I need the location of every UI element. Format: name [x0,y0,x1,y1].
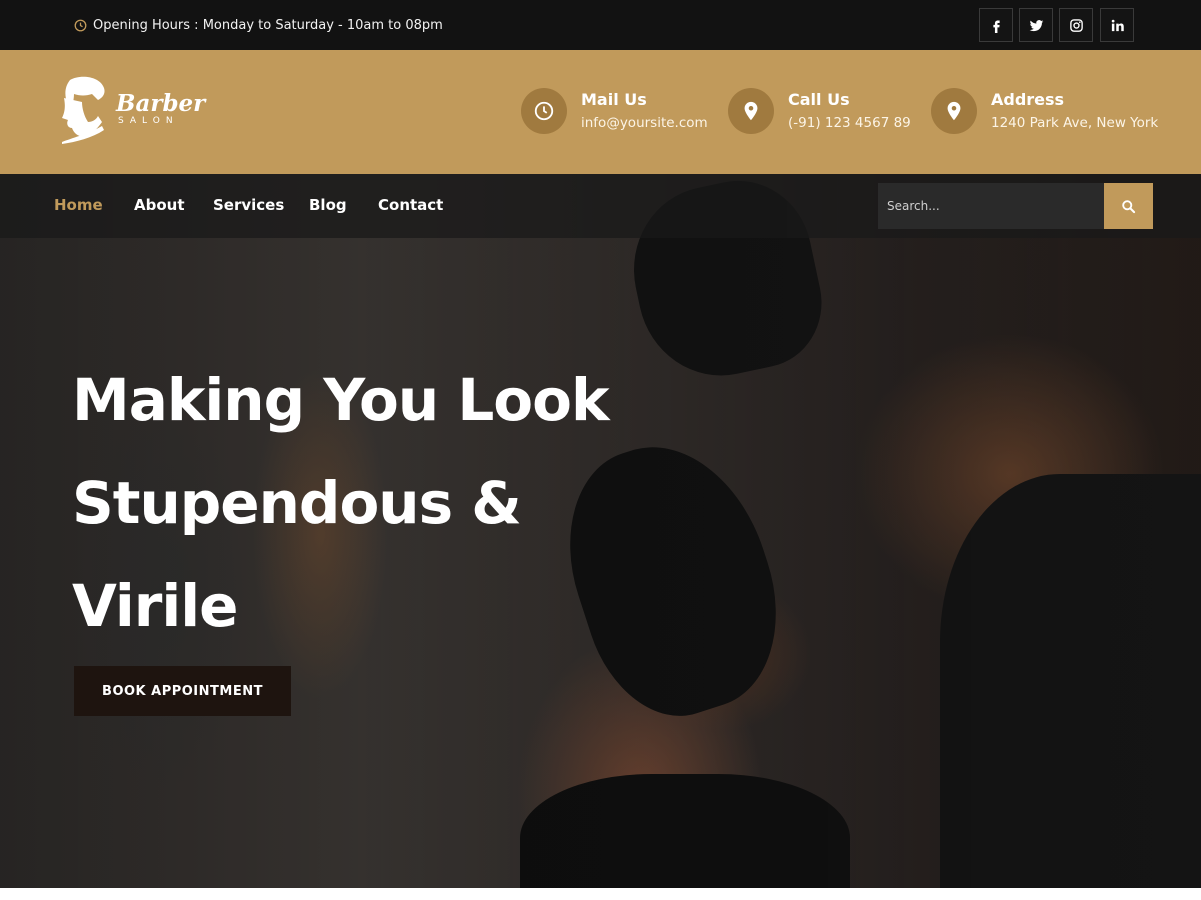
nav-item-contact[interactable]: Contact [378,196,443,214]
header: Barber SALON Mail Us info@yoursite.com C… [0,50,1201,174]
search-bar [878,183,1153,229]
logo[interactable]: Barber SALON [56,76,206,148]
linkedin-icon[interactable] [1100,8,1134,42]
address-title: Address [991,90,1065,109]
barber-head-icon [62,76,105,144]
book-appointment-button[interactable]: BOOK APPOINTMENT [74,666,291,716]
mail-us-title: Mail Us [581,90,647,109]
hero-headline: Making You Look Stupendous & Virile [72,349,672,658]
call-us-block: Call Us (-91) 123 4567 89 [728,88,911,138]
hero-section: Home About Services Blog Contact Making … [0,174,1201,888]
call-us-value[interactable]: (-91) 123 4567 89 [788,115,911,131]
main-nav: Home About Services Blog Contact [0,174,1201,238]
call-us-title: Call Us [788,90,850,109]
nav-item-services[interactable]: Services [213,196,284,214]
mail-us-value[interactable]: info@yoursite.com [581,115,708,131]
instagram-icon[interactable] [1059,8,1093,42]
opening-hours-text: Opening Hours : Monday to Saturday - 10a… [93,17,443,33]
hero-headline-line1: Making You Look [72,366,610,434]
top-bar: Opening Hours : Monday to Saturday - 10a… [0,0,1201,50]
hero-headline-line2: Stupendous & [72,469,522,537]
mail-us-block: Mail Us info@yoursite.com [521,88,708,138]
address-value: 1240 Park Ave, New York [991,115,1159,131]
nav-item-about[interactable]: About [134,196,185,214]
opening-hours: Opening Hours : Monday to Saturday - 10a… [74,0,443,50]
logo-brand-text: Barber [116,90,206,117]
clock-icon [74,19,87,32]
address-block: Address 1240 Park Ave, New York [931,88,1158,138]
location-pin-icon [931,88,977,134]
nav-item-blog[interactable]: Blog [309,196,347,214]
search-input[interactable] [878,183,1104,229]
search-icon [1122,199,1136,213]
nav-item-home[interactable]: Home [54,196,103,214]
twitter-icon[interactable] [1019,8,1053,42]
facebook-icon[interactable] [979,8,1013,42]
location-pin-icon [728,88,774,134]
logo-sub-text: SALON [118,116,179,126]
hero-headline-line3: Virile [72,572,238,640]
clock-icon [521,88,567,134]
search-button[interactable] [1104,183,1153,229]
